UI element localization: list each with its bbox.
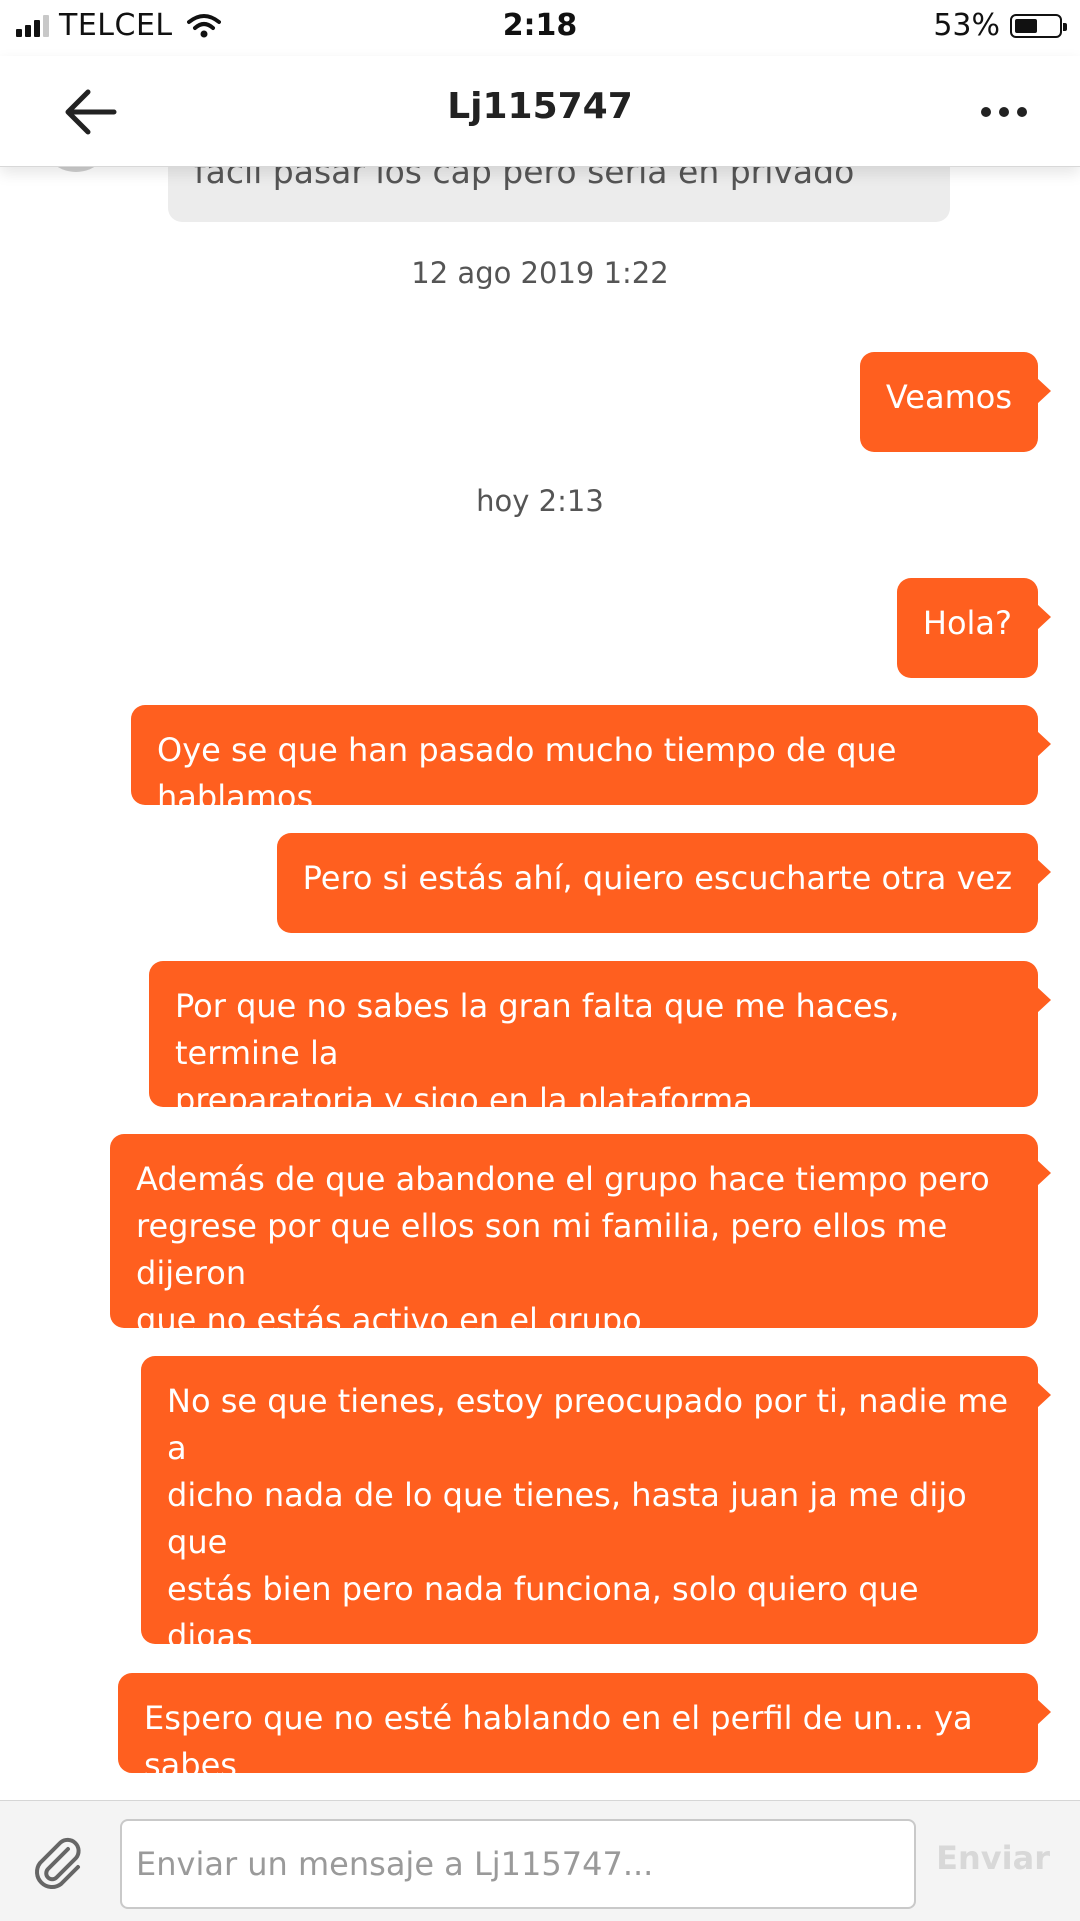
message-composer: Enviar — [0, 1800, 1080, 1921]
more-options-button[interactable] — [974, 98, 1034, 126]
sent-message-bubble: Además de que abandone el grupo hace tie… — [110, 1134, 1051, 1339]
sent-message-bubble: Oye se que han pasado mucho tiempo de qu… — [131, 705, 1051, 816]
paperclip-icon — [35, 1837, 81, 1889]
send-button[interactable]: Enviar — [936, 1839, 1050, 1877]
sent-message-bubble: Espero que no esté hablando en el perfil… — [118, 1673, 1051, 1784]
sent-message-bubble: Por que no sabes la gran falta que me ha… — [149, 961, 1051, 1119]
message-timestamp: 12 ago 2019 1:22 — [411, 256, 669, 290]
attach-button[interactable] — [28, 1831, 88, 1891]
sent-message-bubble: Hola? — [896, 578, 1052, 678]
message-timestamp: hoy 2:13 — [476, 484, 604, 518]
more-dots-icon — [981, 107, 1027, 117]
message-list[interactable]: facil pasar los cap pero seria en privad… — [0, 130, 1080, 1802]
sent-message-bubble: No se que tienes, estoy preocupado por t… — [141, 1356, 1051, 1796]
battery-percentage: 53% — [933, 8, 1000, 43]
battery-icon — [1010, 13, 1067, 38]
status-right: 53% — [933, 8, 1067, 43]
sent-message-bubble: Pero si estás ahí, quiero escucharte otr… — [276, 833, 1052, 933]
chat-title: Lj115747 — [447, 86, 633, 127]
message-input[interactable] — [120, 1819, 916, 1909]
chat-header: Lj115747 — [0, 56, 1080, 167]
status-bar: TELCEL 2:18 53% — [0, 0, 1080, 56]
sent-message-bubble: Veamos — [859, 352, 1052, 452]
status-time: 2:18 — [502, 8, 578, 43]
